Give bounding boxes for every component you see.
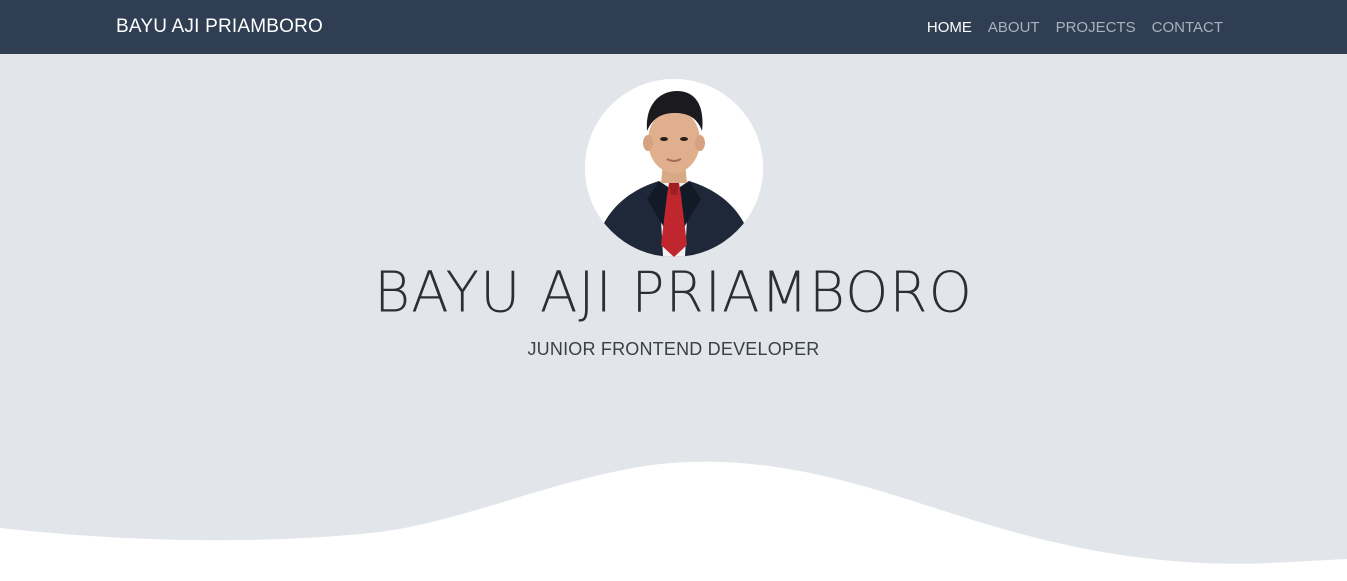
profile-photo xyxy=(585,79,763,257)
hero-section: BAYU AJI PRIAMBORO JUNIOR FRONTEND DEVEL… xyxy=(0,54,1347,581)
hero-name: BAYU AJI PRIAMBORO xyxy=(374,259,973,325)
nav-item-home[interactable]: HOME xyxy=(927,19,972,36)
nav-links: HOME ABOUT PROJECTS CONTACT xyxy=(927,19,1223,36)
nav-item-about[interactable]: ABOUT xyxy=(988,19,1040,36)
nav-item-contact[interactable]: CONTACT xyxy=(1152,19,1223,36)
profile-photo-image xyxy=(585,79,763,257)
brand-link[interactable]: BAYU AJI PRIAMBORO xyxy=(116,16,323,38)
navbar: BAYU AJI PRIAMBORO HOME ABOUT PROJECTS C… xyxy=(0,0,1347,54)
nav-item-projects[interactable]: PROJECTS xyxy=(1056,19,1136,36)
hero-subtitle: JUNIOR FRONTEND DEVELOPER xyxy=(527,339,820,359)
